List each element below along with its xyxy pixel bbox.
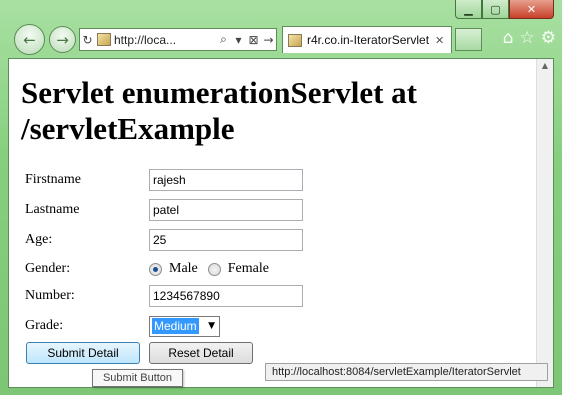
forward-button[interactable]: → (49, 26, 76, 53)
tools-gear-icon[interactable]: ⚙ (541, 28, 556, 48)
maximize-button[interactable]: ▢ (482, 0, 509, 19)
gender-radio-group: Male Female (149, 261, 279, 277)
compatibility-view-icon[interactable]: ⊠ (246, 33, 261, 47)
tab-active[interactable]: r4r.co.in-IteratorServlet ✕ (282, 26, 452, 53)
page-viewport: ▲ Servlet enumerationServlet at /servlet… (8, 58, 554, 388)
refresh-icon[interactable]: ↻ (80, 33, 95, 47)
close-window-button[interactable]: ✕ (509, 0, 554, 19)
vertical-scrollbar[interactable]: ▲ (536, 59, 553, 387)
page-title: Servlet enumerationServlet at /servletEx… (21, 75, 417, 146)
tab-favicon-icon (288, 33, 302, 47)
number-label: Number: (25, 288, 75, 303)
firstname-label: Firstname (25, 172, 81, 187)
back-arrow-icon: ← (23, 30, 36, 49)
grade-select[interactable]: Medium ▼ (149, 315, 220, 337)
number-input[interactable] (149, 285, 303, 307)
forward-arrow-icon: → (56, 30, 69, 49)
favorites-star-icon[interactable]: ☆ (520, 28, 535, 48)
lastname-label: Lastname (25, 202, 80, 217)
browser-toolbar-icons: ⌂ ☆ ⚙ (503, 28, 556, 48)
tab-close-icon[interactable]: ✕ (435, 34, 444, 47)
scroll-up-icon[interactable]: ▲ (537, 59, 553, 73)
reset-detail-button[interactable]: Reset Detail (149, 342, 253, 364)
status-bar-url: http://localhost:8084/servletExample/Ite… (265, 363, 548, 381)
age-label: Age: (25, 232, 53, 247)
submit-button-tooltip: Submit Button (92, 369, 183, 387)
address-bar[interactable]: ↻ http://loca... ⌕ ▾ ⊠ → (79, 28, 277, 51)
gender-male-label: Male (169, 261, 198, 276)
grade-label: Grade: (25, 318, 64, 333)
address-dropdown-icon[interactable]: ▾ (231, 33, 246, 47)
gender-label: Gender: (25, 261, 71, 276)
chevron-down-icon: ▼ (208, 321, 215, 331)
lastname-input[interactable] (149, 199, 303, 221)
browser-window: ▁ ▢ ✕ ← → ↻ http://loca... ⌕ ▾ ⊠ → r4r.c… (0, 0, 562, 395)
gender-male-radio[interactable] (149, 262, 162, 276)
minimize-button[interactable]: ▁ (455, 0, 482, 19)
address-url[interactable]: http://loca... (114, 33, 216, 47)
submit-detail-button[interactable]: Submit Detail (26, 342, 140, 364)
back-button[interactable]: ← (14, 24, 45, 55)
tab-title: r4r.co.in-IteratorServlet (307, 33, 430, 47)
window-caption-buttons: ▁ ▢ ✕ (455, 0, 554, 19)
grade-selected-value: Medium (152, 318, 199, 334)
firstname-input[interactable] (149, 169, 303, 191)
search-icon[interactable]: ⌕ (216, 32, 231, 47)
gender-female-radio[interactable] (207, 262, 221, 276)
site-favicon-icon (97, 33, 111, 46)
home-icon[interactable]: ⌂ (503, 28, 514, 48)
gender-female-label: Female (227, 261, 269, 276)
new-tab-button[interactable] (455, 28, 482, 51)
go-arrow-icon[interactable]: → (261, 33, 276, 47)
age-input[interactable] (149, 229, 303, 251)
